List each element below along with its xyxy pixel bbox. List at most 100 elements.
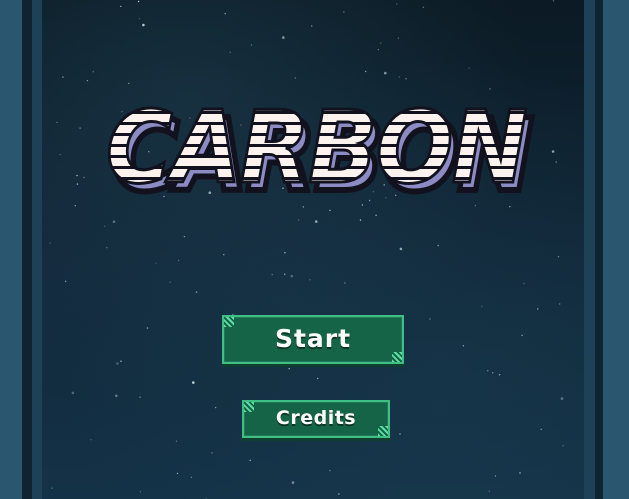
- star: [183, 235, 186, 238]
- start-button[interactable]: Start: [222, 315, 404, 364]
- button-corner-decoration: [244, 402, 254, 412]
- star: [192, 381, 195, 384]
- star: [437, 244, 439, 247]
- star: [142, 23, 145, 27]
- star: [169, 281, 171, 283]
- star: [249, 459, 251, 461]
- star: [298, 219, 300, 221]
- star: [314, 220, 318, 223]
- star: [329, 469, 331, 472]
- star: [429, 318, 431, 320]
- star: [49, 242, 51, 244]
- star: [120, 360, 122, 362]
- star: [560, 397, 564, 400]
- star: [290, 274, 294, 278]
- star: [555, 161, 557, 163]
- star: [284, 252, 286, 254]
- star: [139, 396, 141, 398]
- star: [509, 206, 511, 208]
- star: [537, 308, 539, 310]
- star: [79, 127, 81, 129]
- star: [519, 472, 521, 474]
- star: [155, 262, 157, 264]
- star: [521, 334, 523, 336]
- star: [359, 219, 362, 221]
- star: [481, 305, 483, 308]
- star: [559, 303, 561, 305]
- star: [398, 76, 400, 78]
- star: [492, 372, 494, 374]
- star: [498, 374, 501, 376]
- star: [397, 37, 400, 39]
- star: [104, 225, 106, 227]
- star: [139, 491, 141, 493]
- star: [51, 487, 53, 489]
- star: [377, 48, 380, 51]
- star: [288, 368, 290, 370]
- star: [86, 79, 89, 82]
- star: [365, 70, 367, 73]
- star: [380, 42, 382, 44]
- star: [422, 6, 425, 8]
- star: [329, 209, 331, 212]
- star: [175, 440, 178, 442]
- star: [74, 205, 77, 207]
- star: [384, 71, 387, 75]
- star: [557, 256, 560, 258]
- star: [146, 327, 149, 329]
- button-corner-decoration: [224, 317, 234, 327]
- star: [361, 204, 364, 206]
- credits-button[interactable]: Credits: [242, 400, 390, 438]
- star: [190, 476, 193, 478]
- star: [552, 0, 555, 2]
- star: [56, 121, 58, 124]
- star: [224, 13, 226, 15]
- star: [474, 204, 477, 207]
- star: [177, 259, 180, 262]
- game-title-logo: CARBON CARBON: [96, 88, 538, 218]
- star: [112, 220, 116, 223]
- star: [176, 472, 179, 475]
- star: [250, 44, 253, 46]
- star: [562, 445, 564, 447]
- star: [62, 76, 64, 78]
- title-text: CARBON: [106, 92, 526, 204]
- star: [138, 18, 141, 20]
- star: [76, 174, 78, 177]
- star: [120, 5, 122, 8]
- star: [540, 428, 542, 430]
- start-button-label: Start: [274, 324, 352, 353]
- star: [92, 71, 95, 73]
- star: [195, 291, 198, 293]
- star: [229, 51, 231, 53]
- star: [494, 475, 497, 477]
- star: [90, 439, 92, 441]
- star: [211, 452, 213, 454]
- star: [271, 273, 273, 276]
- star: [551, 150, 555, 153]
- star: [71, 391, 75, 395]
- star: [468, 67, 470, 69]
- star: [375, 214, 377, 216]
- star: [64, 280, 67, 282]
- star: [76, 183, 79, 185]
- star: [214, 406, 217, 409]
- star: [284, 273, 286, 275]
- star: [489, 88, 491, 90]
- star: [405, 78, 407, 80]
- star: [116, 362, 119, 365]
- star: [223, 254, 225, 256]
- star: [487, 370, 489, 372]
- credits-button-label: Credits: [275, 407, 357, 429]
- star: [106, 247, 108, 249]
- star: [128, 82, 130, 85]
- star: [294, 77, 296, 79]
- title-logo-art: CARBON CARBON: [105, 88, 538, 218]
- star: [115, 394, 118, 398]
- star: [396, 3, 398, 5]
- star: [137, 0, 140, 3]
- star: [399, 433, 401, 435]
- star: [343, 11, 345, 13]
- star: [291, 481, 295, 484]
- star: [309, 279, 311, 281]
